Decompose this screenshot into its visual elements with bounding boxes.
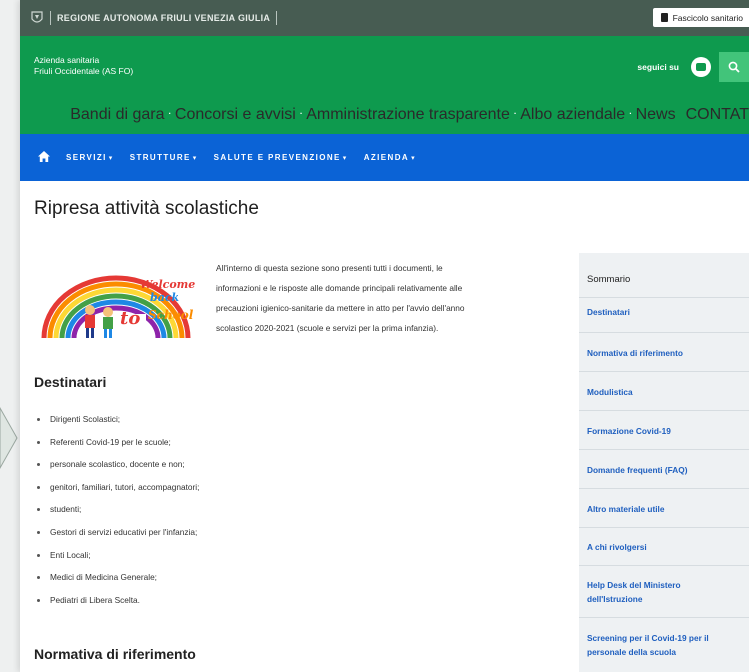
search-button[interactable]	[719, 52, 749, 82]
nav-label: SALUTE E PREVENZIONE	[213, 153, 341, 162]
service-link-albo[interactable]: Albo aziendale	[520, 106, 625, 124]
document-icon	[660, 13, 668, 22]
intro-line: informazioni e le risposte alle domande …	[216, 283, 463, 293]
link-line: dell'Istruzione	[587, 594, 643, 604]
nav-label: SERVIZI	[66, 153, 107, 162]
decorative-arrow	[0, 406, 18, 470]
nav-item-azienda[interactable]: AZIENDA ▾	[364, 153, 416, 162]
divider	[579, 449, 749, 450]
nav-item-salute[interactable]: SALUTE E PREVENZIONE ▾	[214, 153, 348, 162]
list-item: Dirigenti Scolastici;	[36, 408, 199, 431]
sommario-link-screening[interactable]: Screening per il Covid-19 per il persona…	[587, 631, 737, 659]
divider	[579, 332, 749, 333]
sommario-link-altro-materiale[interactable]: Altro materiale utile	[587, 502, 737, 516]
nav-item-strutture[interactable]: STRUTTURE ▾	[130, 153, 198, 162]
home-icon[interactable]	[38, 150, 50, 165]
caret-down-icon: ▾	[342, 154, 348, 162]
divider	[579, 488, 749, 489]
sommario-link-modulistica[interactable]: Modulistica	[587, 385, 737, 399]
region-divider	[276, 11, 278, 25]
list-item: genitori, familiari, tutori, accompagnat…	[36, 476, 199, 499]
welcome-back-to-school-image: Welcome back to School	[41, 275, 195, 342]
link-line: personale della scuola	[587, 647, 676, 657]
intro-line: All'interno di questa sezione sono prese…	[216, 263, 443, 273]
page-title: Ripresa attività scolastiche	[34, 198, 259, 219]
sommario-link-faq[interactable]: Domande frequenti (FAQ)	[587, 463, 737, 477]
logo-text: School	[148, 308, 194, 322]
link-separator: .	[168, 106, 171, 116]
service-link-news[interactable]: News	[636, 106, 676, 124]
destinatari-list: Dirigenti Scolastici; Referenti Covid-19…	[36, 408, 199, 611]
nav-label: AZIENDA	[363, 153, 410, 162]
link-separator: .	[513, 106, 517, 116]
search-icon	[728, 61, 740, 73]
divider	[579, 297, 749, 298]
section-title-normativa: Normativa di riferimento	[34, 646, 196, 662]
intro-line: precauzioni igienico-sanitarie da metter…	[216, 303, 465, 313]
sommario-link-destinatari[interactable]: Destinatari	[587, 305, 737, 319]
service-links: Bandi di gara . Concorsi e avvisi . Ammi…	[70, 106, 749, 124]
youtube-icon[interactable]	[691, 57, 711, 77]
intro-line: scolastico 2020-2021 (scuole e servizi p…	[216, 323, 439, 333]
link-separator: .	[299, 106, 303, 116]
org-name-link[interactable]: Azienda sanitaria Friuli Occidentale (AS…	[34, 55, 133, 77]
service-link-contatti[interactable]: CONTAT	[686, 106, 749, 124]
page: REGIONE AUTONOMA FRIULI VENEZIA GIULIA F…	[20, 0, 749, 672]
list-item: studenti;	[36, 498, 199, 521]
list-item: Pediatri di Libera Scelta.	[36, 589, 199, 612]
link-separator: .	[629, 106, 632, 116]
main-nav: SERVIZI ▾ STRUTTURE ▾ SALUTE E PREVENZIONE…	[20, 134, 749, 181]
link-line: Screening per il Covid-19 per il	[587, 633, 709, 643]
list-item: Medici di Medicina Generale;	[36, 566, 199, 589]
list-item: personale scolastico, docente e non;	[36, 453, 199, 476]
sommario-sidebar: Sommario Destinatari Normativa di riferi…	[579, 253, 749, 672]
caret-down-icon: ▾	[411, 154, 416, 162]
sommario-link-formazione[interactable]: Formazione Covid-19	[587, 424, 737, 438]
logo-text: back	[150, 291, 180, 304]
sommario-link-help-desk[interactable]: Help Desk del Ministero dell'Istruzione	[587, 578, 737, 606]
sommario-link-normativa[interactable]: Normativa di riferimento	[587, 346, 737, 360]
org-name-line: Azienda sanitaria	[34, 55, 100, 65]
home-icon-shape	[38, 150, 50, 162]
service-link-concorsi[interactable]: Concorsi e avvisi	[175, 106, 296, 124]
link-line: Help Desk del Ministero	[587, 580, 681, 590]
service-link-trasparenza[interactable]: Amministrazione trasparente	[306, 106, 510, 124]
fascicolo-sanitario-button[interactable]: Fascicolo sanitario	[652, 8, 749, 27]
list-item: Referenti Covid-19 per le scuole;	[36, 431, 199, 454]
sommario-link-a-chi-rivolgersi[interactable]: A chi rivolgersi	[587, 540, 737, 554]
divider	[579, 527, 749, 528]
site-header: Azienda sanitaria Friuli Occidentale (AS…	[20, 36, 749, 134]
sommario-title: Sommario	[587, 274, 631, 285]
fascicolo-label: Fascicolo sanitario	[672, 12, 743, 23]
list-item: Gestori di servizi educativi per l'infan…	[36, 521, 199, 544]
caret-down-icon: ▾	[192, 154, 198, 162]
divider	[579, 371, 749, 372]
region-link[interactable]: REGIONE AUTONOMA FRIULI VENEZIA GIULIA	[57, 13, 270, 23]
divider	[579, 617, 749, 618]
logo-text: Welcome	[140, 278, 195, 291]
logo-text: to	[120, 308, 140, 329]
caret-down-icon: ▾	[108, 154, 114, 162]
list-item: Enti Locali;	[36, 544, 199, 567]
region-emblem-icon	[31, 11, 43, 23]
seguici-label: seguici su	[637, 62, 679, 72]
org-name-line: Friuli Occidentale (AS FO)	[34, 66, 134, 76]
service-link-bandi[interactable]: Bandi di gara	[70, 106, 164, 124]
region-bar: REGIONE AUTONOMA FRIULI VENEZIA GIULIA F…	[20, 0, 749, 36]
intro-paragraph: All'interno di questa sezione sono prese…	[216, 258, 582, 338]
nav-item-servizi[interactable]: SERVIZI ▾	[66, 153, 114, 162]
divider	[579, 410, 749, 411]
divider	[579, 565, 749, 566]
nav-label: STRUTTURE	[129, 153, 191, 162]
section-title-destinatari: Destinatari	[34, 374, 107, 390]
region-divider	[50, 11, 51, 25]
